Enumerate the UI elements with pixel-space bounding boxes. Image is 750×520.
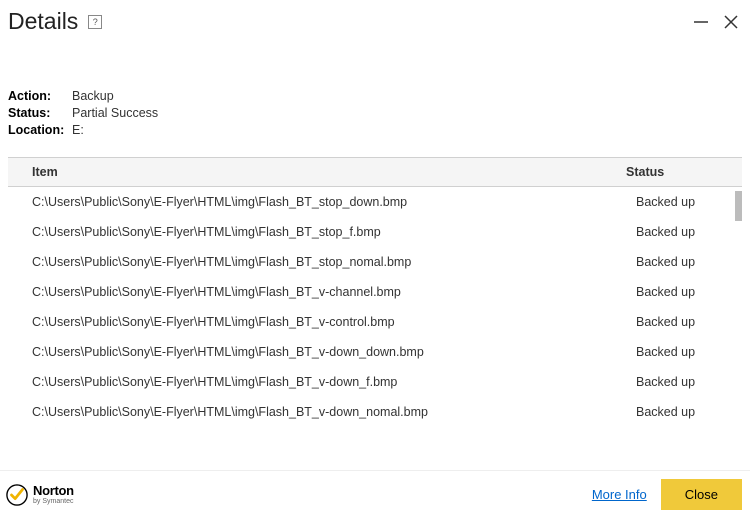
window-title: Details: [8, 8, 78, 35]
cell-status: Backed up: [632, 277, 742, 307]
titlebar: Details ?: [0, 0, 750, 39]
table-row[interactable]: C:\Users\Public\Sony\E-Flyer\HTML\img\Fl…: [8, 337, 742, 367]
cell-item-path: C:\Users\Public\Sony\E-Flyer\HTML\img\Fl…: [8, 187, 632, 217]
table-row[interactable]: C:\Users\Public\Sony\E-Flyer\HTML\img\Fl…: [8, 187, 742, 217]
status-label: Status:: [8, 106, 72, 120]
footer: Norton by Symantec More Info Close: [0, 470, 750, 520]
table-row[interactable]: C:\Users\Public\Sony\E-Flyer\HTML\img\Fl…: [8, 277, 742, 307]
cell-status: Backed up: [632, 307, 742, 337]
help-button[interactable]: ?: [88, 15, 102, 29]
minimize-icon: [692, 13, 710, 31]
cell-status: Backed up: [632, 367, 742, 397]
cell-item-path: C:\Users\Public\Sony\E-Flyer\HTML\img\Fl…: [8, 307, 632, 337]
scrollbar-thumb[interactable]: [735, 191, 742, 221]
brand-sub: by Symantec: [33, 498, 74, 505]
window-close-button[interactable]: [720, 11, 742, 33]
table-row[interactable]: C:\Users\Public\Sony\E-Flyer\HTML\img\Fl…: [8, 217, 742, 247]
summary-grid: Action: Backup Status: Partial Success L…: [8, 89, 742, 137]
content-area: Action: Backup Status: Partial Success L…: [0, 39, 750, 432]
cell-status: Backed up: [632, 247, 742, 277]
brand-logo: Norton by Symantec: [6, 484, 74, 506]
norton-check-icon: [6, 484, 28, 506]
results-table: Item Status C:\Users\Public\Sony\E-Flyer…: [8, 157, 742, 432]
table-row[interactable]: C:\Users\Public\Sony\E-Flyer\HTML\img\Fl…: [8, 247, 742, 277]
cell-status: Backed up: [632, 337, 742, 367]
cell-status: Backed up: [632, 187, 742, 217]
location-label: Location:: [8, 123, 72, 137]
more-info-link[interactable]: More Info: [592, 487, 647, 502]
table-row[interactable]: C:\Users\Public\Sony\E-Flyer\HTML\img\Fl…: [8, 367, 742, 397]
cell-item-path: C:\Users\Public\Sony\E-Flyer\HTML\img\Fl…: [8, 217, 632, 247]
cell-item-path: C:\Users\Public\Sony\E-Flyer\HTML\img\Fl…: [8, 277, 632, 307]
column-header-item[interactable]: Item: [8, 158, 622, 186]
cell-item-path: C:\Users\Public\Sony\E-Flyer\HTML\img\Fl…: [8, 337, 632, 367]
column-header-status[interactable]: Status: [622, 158, 742, 186]
window-controls: [690, 11, 742, 33]
table-body[interactable]: C:\Users\Public\Sony\E-Flyer\HTML\img\Fl…: [8, 187, 742, 432]
status-value: Partial Success: [72, 106, 742, 120]
table-row[interactable]: C:\Users\Public\Sony\E-Flyer\HTML\img\Fl…: [8, 397, 742, 427]
table-header: Item Status: [8, 158, 742, 187]
action-value: Backup: [72, 89, 742, 103]
close-icon: [722, 13, 740, 31]
action-label: Action:: [8, 89, 72, 103]
cell-status: Backed up: [632, 397, 742, 427]
cell-item-path: C:\Users\Public\Sony\E-Flyer\HTML\img\Fl…: [8, 367, 632, 397]
table-row[interactable]: C:\Users\Public\Sony\E-Flyer\HTML\img\Fl…: [8, 307, 742, 337]
minimize-button[interactable]: [690, 11, 712, 33]
cell-status: Backed up: [632, 217, 742, 247]
location-value: E:: [72, 123, 742, 137]
brand-name: Norton: [33, 484, 74, 497]
close-button[interactable]: Close: [661, 479, 742, 510]
cell-item-path: C:\Users\Public\Sony\E-Flyer\HTML\img\Fl…: [8, 397, 632, 427]
cell-item-path: C:\Users\Public\Sony\E-Flyer\HTML\img\Fl…: [8, 247, 632, 277]
